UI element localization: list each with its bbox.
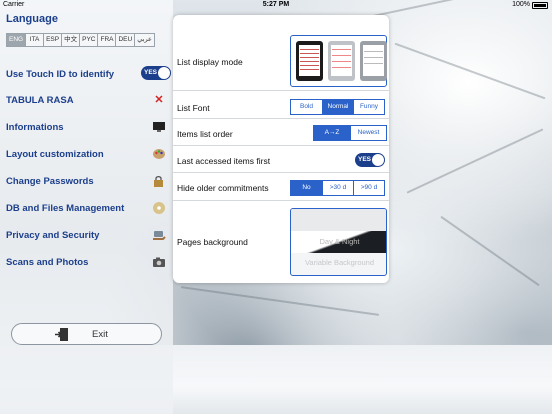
list-font-label: List Font — [177, 103, 210, 113]
exit-door-icon — [55, 327, 69, 342]
day-night-label: Day & Night — [319, 237, 360, 246]
sidebar-item-label: Change Passwords — [6, 176, 94, 187]
hide-older-segmented: No >30 d >90 d — [290, 180, 385, 196]
display-mode-grid-screen — [331, 45, 352, 76]
display-mode-grid-thumb[interactable] — [328, 41, 355, 81]
hide-no-option[interactable]: No — [290, 180, 323, 196]
secure-hand-icon — [152, 228, 166, 242]
lang-russian-button[interactable]: PYC — [79, 33, 99, 47]
red-x-icon: ✕ — [154, 94, 164, 106]
lang-fra-button[interactable]: FRA — [97, 33, 117, 47]
toggle-knob — [372, 154, 384, 166]
toggle-knob — [158, 67, 170, 79]
lang-arabic-button[interactable]: عربي — [134, 33, 155, 47]
lang-eng-button[interactable]: ENG — [6, 33, 27, 47]
sidebar-item-passwords[interactable]: Change Passwords — [6, 174, 166, 190]
sidebar-item-label: Informations — [6, 122, 64, 133]
hide-90d-option[interactable]: >90 d — [353, 180, 385, 196]
display-mode-light-thumb[interactable] — [360, 41, 387, 81]
sidebar-item-db-files[interactable]: DB and Files Management — [6, 201, 166, 217]
list-display-mode-label: List display mode — [177, 57, 243, 67]
order-newest-option[interactable]: Newest — [350, 125, 387, 141]
toggle-yes-label: YES — [144, 69, 158, 76]
sidebar-item-label: TABULA RASA — [6, 95, 74, 106]
sidebar-item-label: Scans and Photos — [6, 257, 89, 268]
pages-background-label: Pages background — [177, 237, 248, 247]
lang-deu-button[interactable]: DEU — [115, 33, 136, 47]
items-list-order-label: Items list order — [177, 129, 233, 139]
battery-percent: 100% — [512, 1, 530, 8]
lang-chinese-button[interactable]: 中文 — [61, 33, 81, 47]
sidebar-item-scans[interactable]: Scans and Photos — [6, 255, 166, 271]
hide-30d-option[interactable]: >30 d — [322, 180, 354, 196]
font-funny-option[interactable]: Funny — [353, 99, 385, 115]
sidebar-item-label: Use Touch ID to identify — [6, 69, 115, 80]
camera-icon — [152, 255, 166, 269]
settings-panel: List display mode List Font Bold Normal — [173, 15, 389, 283]
disk-icon — [152, 201, 166, 215]
sidebar-item-informations[interactable]: Informations — [6, 120, 166, 136]
language-selector: ENG ITA ESP 中文 PYC FRA DEU عربي — [6, 33, 155, 47]
display-mode-dark-screen — [299, 45, 320, 76]
clock: 5:27 PM — [262, 1, 290, 8]
font-normal-option[interactable]: Normal — [322, 99, 354, 115]
sidebar-item-label: DB and Files Management — [6, 203, 125, 214]
last-accessed-toggle[interactable]: YES — [355, 153, 385, 167]
variable-background-label[interactable]: Variable Background — [291, 258, 386, 267]
lang-esp-button[interactable]: ESP — [43, 33, 63, 47]
language-title: Language — [6, 13, 58, 25]
sidebar-item-privacy[interactable]: Privacy and Security — [6, 228, 166, 244]
sidebar: Language ENG ITA ESP 中文 PYC FRA DEU عربي… — [0, 0, 173, 414]
display-mode-picker — [290, 35, 387, 87]
items-order-segmented: A→Z Newest — [313, 125, 387, 141]
display-mode-light-screen — [363, 45, 384, 76]
hide-older-label: Hide older commitments — [177, 183, 269, 193]
touch-id-toggle[interactable]: YES — [141, 66, 171, 80]
sidebar-item-tabula-rasa[interactable]: TABULA RASA ✕ — [6, 93, 166, 109]
order-az-option[interactable]: A→Z — [313, 125, 351, 141]
lock-key-icon — [152, 174, 166, 188]
battery-icon — [532, 2, 548, 9]
lang-ita-button[interactable]: ITA — [25, 33, 45, 47]
background-preview-top — [291, 209, 386, 231]
pages-background-picker[interactable]: Day & Night Variable Background — [290, 208, 387, 276]
font-bold-option[interactable]: Bold — [290, 99, 323, 115]
sidebar-item-label: Layout customization — [6, 149, 104, 160]
sidebar-item-layout[interactable]: Layout customization — [6, 147, 166, 163]
status-bar: Carrier 5:27 PM 100% — [0, 0, 552, 11]
palette-icon — [152, 147, 166, 161]
toggle-yes-label: YES — [358, 156, 372, 163]
exit-button[interactable]: Exit — [11, 323, 162, 345]
last-accessed-label: Last accessed items first — [177, 156, 271, 166]
exit-label: Exit — [92, 329, 108, 340]
sidebar-item-label: Privacy and Security — [6, 230, 100, 241]
list-font-segmented: Bold Normal Funny — [290, 99, 385, 115]
monitor-icon — [152, 120, 166, 134]
display-mode-dark-thumb[interactable] — [296, 41, 323, 81]
